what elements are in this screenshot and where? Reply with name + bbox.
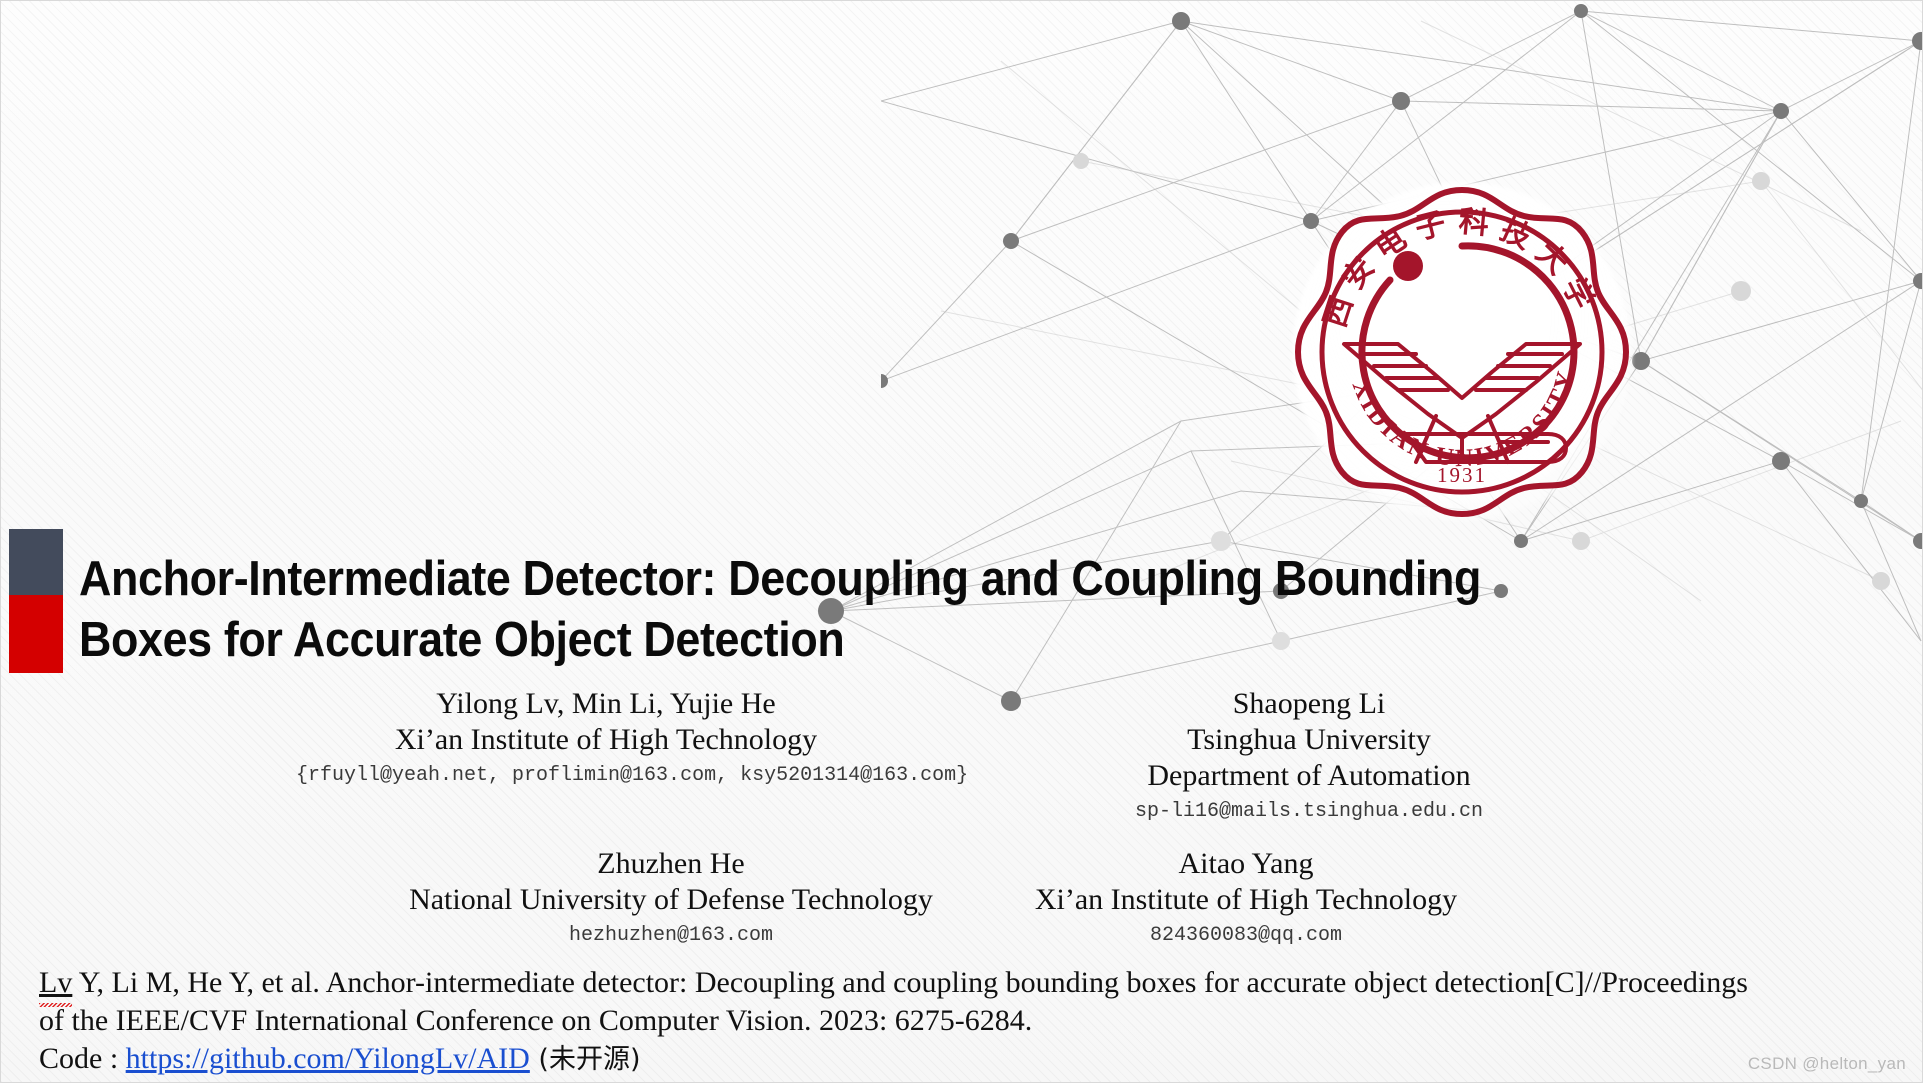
citation-line-2: of the IEEE/CVF International Conference… — [39, 1004, 1033, 1037]
author-affiliation: Xi’an Institute of High Technology — [394, 723, 818, 756]
page-title: Anchor-Intermediate Detector: Decoupling… — [79, 552, 1482, 667]
title-accent-bar — [9, 529, 63, 673]
code-repository-link[interactable]: https://github.com/YilongLv/AID — [126, 1042, 530, 1075]
citation-line-3: Code : https://github.com/YilongLv/AID (… — [39, 1040, 1879, 1079]
author-affiliation: Tsinghua University — [1187, 723, 1431, 756]
citation-block: Lv Y, Li M, He Y, et al. Anchor-intermed… — [39, 964, 1879, 1079]
xidian-university-logo: 西 安 电 子 科 技 大 学 1931 XIDIAN UNIVERSITY — [1286, 176, 1638, 528]
citation-line-1-rest: Y, Li M, He Y, et al. Anchor-intermediat… — [72, 966, 1748, 999]
author-affiliation-line2: Department of Automation — [1147, 759, 1471, 792]
author-block: Zhuzhen He National University of Defens… — [351, 846, 991, 951]
author-name: Yilong Lv, Min Li, Yujie He — [436, 687, 776, 720]
svg-text:西 安 电 子 科 技 大 学: 西 安 电 子 科 技 大 学 — [1318, 204, 1600, 332]
author-affiliation: National University of Defense Technolog… — [409, 883, 933, 916]
accent-bar-top — [9, 529, 63, 595]
author-block: Shaopeng Li Tsinghua University Departme… — [1039, 686, 1579, 827]
author-name: Aitao Yang — [1178, 847, 1314, 880]
code-label: Code : — [39, 1042, 126, 1075]
accent-bar-bottom — [9, 595, 63, 673]
svg-text:XIDIAN UNIVERSITY: XIDIAN UNIVERSITY — [1346, 366, 1580, 472]
csdn-watermark: CSDN @helton_yan — [1747, 1054, 1906, 1073]
author-affiliation: Xi’an Institute of High Technology — [1034, 883, 1458, 916]
author-email: 824360083@qq.com — [1149, 924, 1343, 947]
code-note: (未开源) — [529, 1044, 641, 1075]
misspelled-word: Lv — [39, 966, 73, 999]
author-name: Shaopeng Li — [1232, 687, 1386, 720]
author-name: Zhuzhen He — [597, 847, 745, 880]
presentation-slide: 西 安 电 子 科 技 大 学 1931 XIDIAN UNIVERSITY A… — [0, 0, 1923, 1083]
author-email: sp-li16@mails.tsinghua.edu.cn — [1134, 800, 1484, 823]
author-email: hezhuzhen@163.com — [568, 924, 774, 947]
citation-line-1: Lv Y, Li M, He Y, et al. Anchor-intermed… — [39, 964, 1879, 1002]
author-email: {rfuyll@yeah.net, proflimin@163.com, ksy… — [296, 764, 969, 787]
author-block: Yilong Lv, Min Li, Yujie He Xi’an Instit… — [296, 686, 969, 791]
author-block: Aitao Yang Xi’an Institute of High Techn… — [986, 846, 1506, 951]
